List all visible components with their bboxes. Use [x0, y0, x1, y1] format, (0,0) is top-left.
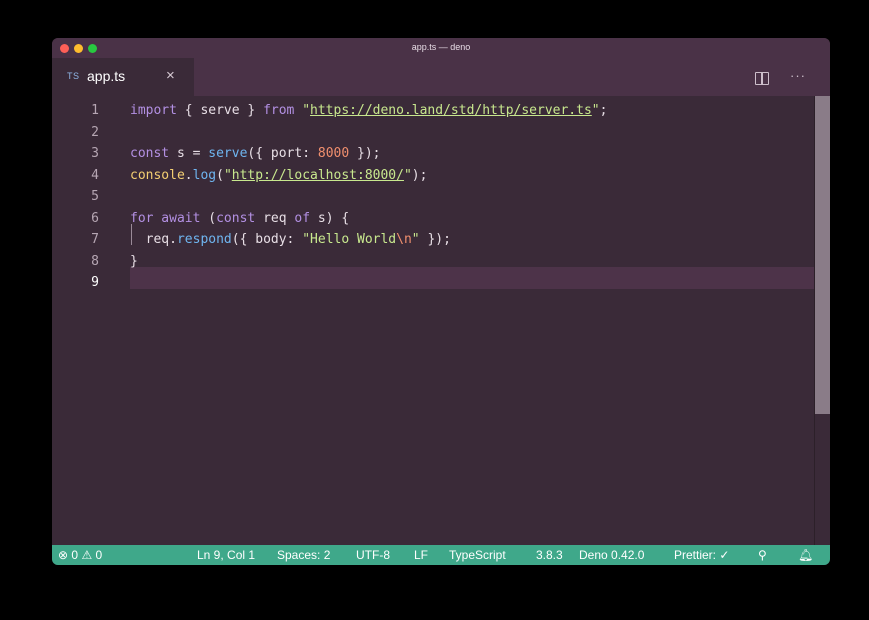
code-token: req: [255, 210, 295, 226]
code-token: req.: [130, 232, 177, 247]
line-code: }: [130, 251, 138, 272]
error-count: 0: [71, 548, 79, 562]
language-mode[interactable]: TypeScript: [449, 548, 506, 562]
warning-triangle-icon: ⚠: [81, 548, 93, 562]
code-token: ;: [599, 103, 608, 118]
vertical-scrollbar-thumb[interactable]: [815, 96, 830, 414]
code-token: import: [130, 103, 177, 118]
indentation-setting[interactable]: Spaces: 2: [277, 548, 330, 562]
cursor-position[interactable]: Ln 9, Col 1: [197, 548, 255, 562]
eol-setting[interactable]: LF: [414, 548, 428, 562]
code-line[interactable]: 9: [52, 272, 812, 293]
line-code: console.log("http://localhost:8000/");: [130, 165, 427, 186]
deno-version[interactable]: Deno 0.42.0: [579, 548, 644, 562]
line-number: 7: [91, 232, 99, 247]
tab-filename: app.ts: [87, 68, 126, 84]
code-token: .: [184, 167, 193, 183]
window-title: app.ts — deno: [411, 42, 471, 52]
code-token: http://localhost:8000/: [231, 167, 404, 183]
code-token: });: [349, 146, 381, 161]
code-token: { serve }: [176, 103, 264, 118]
line-number: 6: [91, 210, 99, 226]
typescript-version[interactable]: 3.8.3: [536, 548, 563, 562]
code-line[interactable]: 2: [52, 122, 812, 143]
code-line[interactable]: 8}: [52, 251, 812, 272]
line-number: 8: [91, 253, 99, 269]
code-token: ": [223, 167, 232, 183]
line-code: const s = serve({ port: 8000 });: [130, 143, 381, 164]
tab-app-ts[interactable]: TS app.ts ×: [52, 58, 194, 96]
line-number: 2: [91, 124, 99, 140]
code-token: console: [130, 167, 185, 183]
problems-indicator[interactable]: ⊗ 0 ⚠ 0: [58, 548, 102, 562]
encoding-setting[interactable]: UTF-8: [356, 548, 390, 562]
line-number: 3: [91, 146, 99, 161]
code-token: ": [403, 167, 412, 183]
title-bar: app.ts — deno: [52, 38, 830, 58]
close-tab-icon[interactable]: ×: [166, 67, 175, 84]
line-code: import { serve } from "https://deno.land…: [130, 100, 607, 121]
code-editor[interactable]: 1 import { serve } from "https://deno.lan…: [52, 96, 830, 545]
code-token: (: [200, 210, 217, 226]
code-token: serve: [208, 146, 248, 161]
tab-bar: TS app.ts × ···: [52, 58, 830, 96]
code-token: s =: [169, 146, 209, 161]
bell-icon[interactable]: 🔔︎: [798, 548, 813, 562]
code-token: https://deno.land/std/http/server.ts: [310, 103, 592, 118]
code-token: of: [294, 210, 311, 226]
code-line[interactable]: 6 for await (const req of s) {: [52, 208, 812, 229]
code-token: }: [130, 253, 138, 269]
split-editor-icon[interactable]: [755, 72, 769, 85]
code-token: log: [192, 167, 217, 183]
code-line[interactable]: 4 console.log("http://localhost:8000/");: [52, 165, 812, 186]
code-token: s) {: [310, 210, 350, 226]
code-line[interactable]: 1 import { serve } from "https://deno.lan…: [52, 100, 812, 121]
typescript-file-icon: TS: [67, 71, 80, 81]
feedback-person-icon[interactable]: ⚲: [758, 548, 767, 562]
code-token: });: [419, 232, 451, 247]
code-token: for await: [130, 210, 201, 226]
code-token: const: [216, 210, 256, 226]
line-number: 9: [91, 275, 99, 290]
code-token: ({ port:: [247, 146, 318, 161]
line-code: for await (const req of s) {: [130, 208, 349, 229]
line-number: 4: [91, 167, 99, 183]
status-bar: ⊗ 0 ⚠ 0 Ln 9, Col 1 Spaces: 2 UTF-8 LF T…: [52, 545, 830, 565]
prettier-status[interactable]: Prettier: ✓: [674, 548, 729, 562]
line-number: 1: [91, 103, 99, 118]
line-code: req.respond({ body: "Hello World\n" });: [130, 229, 451, 250]
code-line[interactable]: 5: [52, 186, 812, 207]
more-actions-icon[interactable]: ···: [790, 68, 806, 83]
warning-count: 0: [95, 548, 103, 562]
code-token: ": [591, 103, 600, 118]
error-circle-icon: ⊗: [58, 548, 69, 562]
code-line[interactable]: 3 const s = serve({ port: 8000 });: [52, 143, 812, 164]
code-token: respond: [176, 232, 232, 247]
code-token: "Hello World: [302, 232, 397, 247]
code-token: (: [216, 167, 224, 183]
line-number: 5: [91, 189, 99, 204]
code-token: ": [411, 232, 420, 247]
code-token: ({ body:: [231, 232, 303, 247]
code-token: );: [411, 167, 428, 183]
code-token: \n: [396, 232, 412, 247]
code-token: const: [130, 146, 170, 161]
code-token: ": [302, 103, 311, 118]
code-token: 8000: [317, 146, 350, 161]
editor-window: app.ts — deno TS app.ts × ··· 1 import { …: [52, 38, 830, 565]
code-line[interactable]: 7 req.respond({ body: "Hello World\n" })…: [52, 229, 812, 250]
code-token: from: [263, 103, 295, 118]
